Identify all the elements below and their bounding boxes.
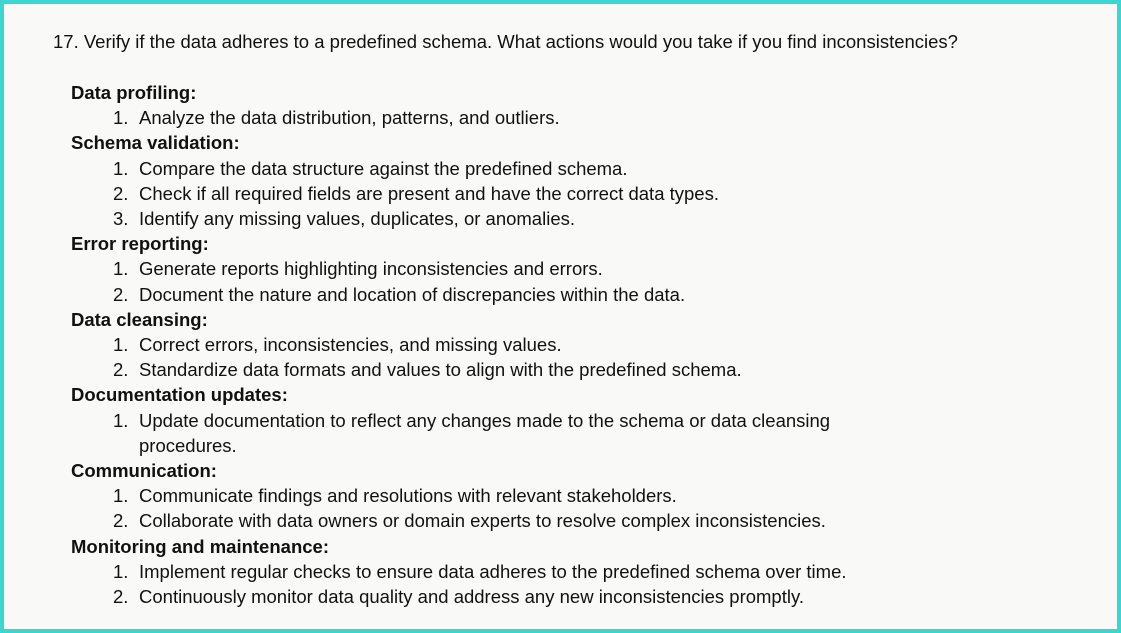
item-text: Document the nature and location of disc…: [139, 283, 686, 305]
section-heading: Error reporting:: [71, 233, 209, 255]
item-text: Check if all required fields are present…: [139, 182, 719, 204]
item-number: 1.: [113, 485, 129, 507]
item-text: Compare the data structure against the p…: [139, 157, 628, 179]
sections-list: Data profiling: 1. Analyze the data dist…: [71, 80, 1071, 609]
list-item: 1. Compare the data structure against th…: [71, 156, 1071, 181]
item-text: Analyze the data distribution, patterns,…: [139, 107, 560, 129]
item-text: Continuously monitor data quality and ad…: [139, 585, 804, 607]
item-number: 2.: [113, 585, 129, 607]
list-item: 2. Document the nature and location of d…: [71, 282, 1071, 307]
list-item: 1. Generate reports highlighting inconsi…: [71, 256, 1071, 281]
list-item: 3. Identify any missing values, duplicat…: [71, 206, 1071, 231]
list-item: 2. Standardize data formats and values t…: [71, 357, 1071, 382]
section-heading: Monitoring and maintenance:: [71, 535, 329, 557]
item-number: 3.: [113, 207, 129, 229]
list-item: 1. Communicate findings and resolutions …: [71, 483, 1071, 508]
item-text: Communicate findings and resolutions wit…: [139, 485, 677, 507]
list-item: 1. Correct errors, inconsistencies, and …: [71, 332, 1071, 357]
list-item: 1. Analyze the data distribution, patter…: [71, 105, 1071, 130]
list-item: 1. Implement regular checks to ensure da…: [71, 559, 1071, 584]
item-text: Generate reports highlighting inconsiste…: [139, 258, 603, 280]
section-communication: Communication: 1. Communicate findings a…: [71, 458, 1071, 534]
item-text: Implement regular checks to ensure data …: [139, 560, 847, 582]
item-number: 1.: [113, 258, 129, 280]
item-number: 1.: [113, 107, 129, 129]
section-heading: Schema validation:: [71, 132, 240, 154]
item-text: Update documentation to reflect any chan…: [139, 409, 831, 456]
section-error-reporting: Error reporting: 1. Generate reports hig…: [71, 231, 1071, 307]
section-heading: Data cleansing:: [71, 308, 208, 330]
list-item: 1. Update documentation to reflect any c…: [71, 408, 1071, 458]
section-heading: Documentation updates:: [71, 384, 288, 406]
item-text: Collaborate with data owners or domain e…: [139, 510, 826, 532]
section-heading: Communication:: [71, 459, 217, 481]
item-number: 2.: [113, 283, 129, 305]
section-data-cleansing: Data cleansing: 1. Correct errors, incon…: [71, 307, 1071, 383]
item-number: 1.: [113, 560, 129, 582]
item-text: Standardize data formats and values to a…: [139, 359, 742, 381]
list-item: 2. Check if all required fields are pres…: [71, 181, 1071, 206]
section-schema-validation: Schema validation: 1. Compare the data s…: [71, 130, 1071, 231]
item-number: 2.: [113, 182, 129, 204]
section-monitoring-and-maintenance: Monitoring and maintenance: 1. Implement…: [71, 534, 1071, 610]
section-data-profiling: Data profiling: 1. Analyze the data dist…: [71, 80, 1071, 130]
section-heading: Data profiling:: [71, 82, 197, 103]
list-item: 2. Collaborate with data owners or domai…: [71, 508, 1071, 533]
item-text: Identify any missing values, duplicates,…: [139, 207, 575, 229]
item-number: 1.: [113, 333, 129, 355]
item-number: 1.: [113, 409, 129, 431]
item-number: 1.: [113, 157, 129, 179]
section-documentation-updates: Documentation updates: 1. Update documen…: [71, 382, 1071, 458]
item-number: 2.: [113, 359, 129, 381]
item-text: Correct errors, inconsistencies, and mis…: [139, 333, 562, 355]
item-number: 2.: [113, 510, 129, 532]
question-text: 17. Verify if the data adheres to a pred…: [53, 31, 958, 52]
list-item: 2. Continuously monitor data quality and…: [71, 584, 1071, 609]
